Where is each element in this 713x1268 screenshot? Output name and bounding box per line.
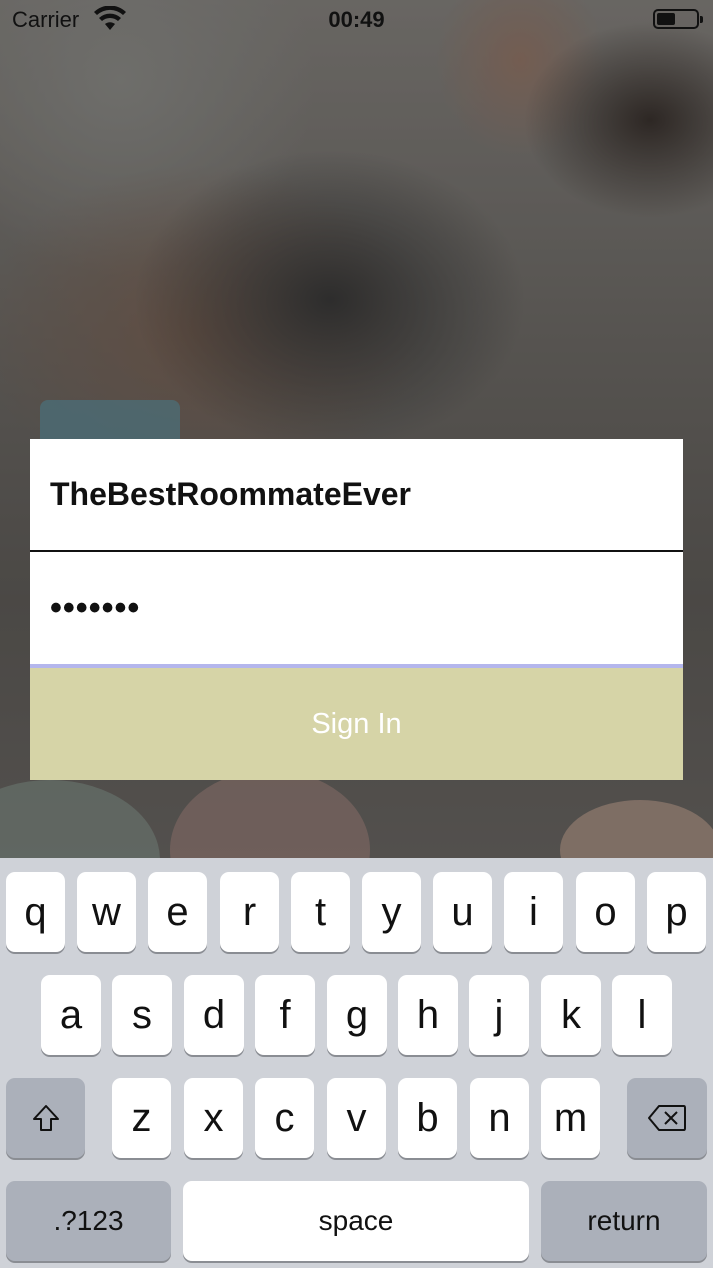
- return-key[interactable]: return: [541, 1181, 707, 1261]
- sign-in-button[interactable]: Sign In: [30, 668, 683, 780]
- key-n[interactable]: n: [470, 1078, 529, 1158]
- key-i[interactable]: i: [504, 872, 563, 952]
- key-a[interactable]: a: [41, 975, 101, 1055]
- key-s[interactable]: s: [112, 975, 172, 1055]
- key-c[interactable]: c: [255, 1078, 314, 1158]
- key-o[interactable]: o: [576, 872, 635, 952]
- key-f[interactable]: f: [255, 975, 315, 1055]
- battery-icon: [653, 9, 703, 29]
- delete-key[interactable]: [627, 1078, 707, 1158]
- key-k[interactable]: k: [541, 975, 601, 1055]
- key-v[interactable]: v: [327, 1078, 386, 1158]
- backspace-icon: [648, 1105, 686, 1131]
- key-d[interactable]: d: [184, 975, 244, 1055]
- shift-key[interactable]: [6, 1078, 85, 1158]
- password-input[interactable]: [50, 552, 660, 664]
- key-z[interactable]: z: [112, 1078, 171, 1158]
- space-key[interactable]: space: [183, 1181, 529, 1261]
- key-h[interactable]: h: [398, 975, 458, 1055]
- key-t[interactable]: t: [291, 872, 350, 952]
- key-m[interactable]: m: [541, 1078, 600, 1158]
- status-time: 00:49: [328, 7, 385, 32]
- key-q[interactable]: q: [6, 872, 65, 952]
- keyboard: .?123 space return qwertyuiop asdfghjkl zx…: [0, 858, 713, 1268]
- key-x[interactable]: x: [184, 1078, 243, 1158]
- status-bar: Carrier 00:49: [0, 0, 713, 40]
- key-r[interactable]: r: [220, 872, 279, 952]
- username-input[interactable]: [50, 439, 660, 550]
- key-e[interactable]: e: [148, 872, 207, 952]
- key-w[interactable]: w: [77, 872, 136, 952]
- key-y[interactable]: y: [362, 872, 421, 952]
- key-p[interactable]: p: [647, 872, 706, 952]
- key-b[interactable]: b: [398, 1078, 457, 1158]
- password-field[interactable]: [30, 552, 683, 668]
- numbers-key[interactable]: .?123: [6, 1181, 171, 1261]
- shift-arrow-icon: [32, 1105, 59, 1131]
- username-field[interactable]: [30, 439, 683, 552]
- key-u[interactable]: u: [433, 872, 492, 952]
- login-form: Sign In: [30, 439, 683, 780]
- key-j[interactable]: j: [469, 975, 529, 1055]
- key-g[interactable]: g: [327, 975, 387, 1055]
- key-l[interactable]: l: [612, 975, 672, 1055]
